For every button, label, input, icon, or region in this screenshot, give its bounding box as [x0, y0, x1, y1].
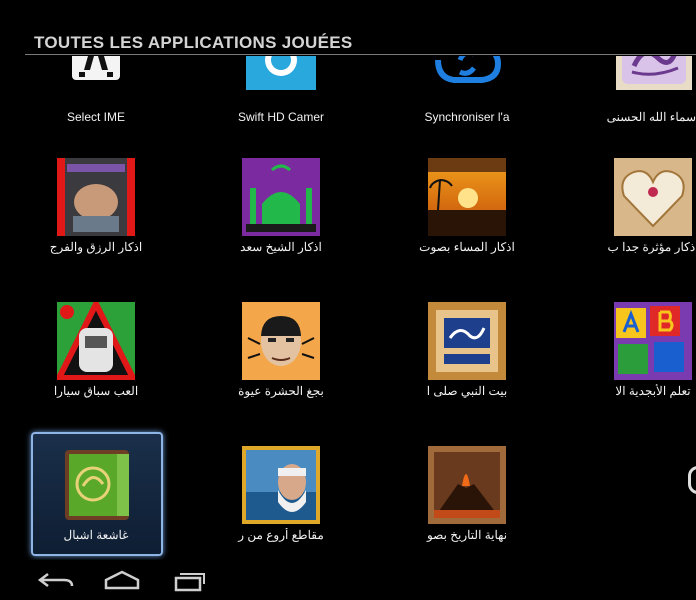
apps-grid: Select IME Swift HD Camer Synchroniser l… — [0, 0, 696, 560]
bug-face-icon — [242, 302, 320, 380]
header-divider — [25, 54, 696, 55]
app-label: Select IME — [66, 110, 126, 124]
volcano-icon — [428, 446, 506, 524]
header-bar: TOUTES LES APPLICATIONS JOUÉES — [0, 0, 696, 56]
alphabet-blocks-icon — [614, 302, 692, 380]
app-label: اذكار مؤثرة جدا ب — [607, 240, 696, 254]
app-label: Synchroniser l'a — [424, 110, 510, 124]
app-label: اذكار الرزق والفرج — [49, 240, 143, 254]
app-tile-adhkar-muathira[interactable]: اذكار مؤثرة جدا ب — [560, 158, 696, 278]
sunset-icon — [428, 158, 506, 236]
app-tile-khashia-ashbal[interactable]: غاشعة اشبال — [3, 446, 189, 560]
praying-hands-icon — [57, 158, 135, 236]
sheikh-portrait-icon — [242, 446, 320, 524]
home-icon[interactable] — [100, 566, 144, 594]
app-label: غاشعة اشبال — [63, 528, 129, 542]
app-tile-adhkar-masaa[interactable]: اذكار المساء بصوت — [374, 158, 560, 278]
app-label: بجغ الحشرة عيوة — [238, 384, 324, 398]
app-tile-bayt-nabi[interactable]: بيت النبي صلى ا — [374, 302, 560, 422]
app-label: نهاية التاريخ بصو — [426, 528, 508, 542]
app-label: تعلم الأبجدية الا — [615, 384, 691, 398]
app-tile-alphabet[interactable]: تعلم الأبجدية الا — [560, 302, 696, 422]
recent-apps-icon[interactable] — [166, 566, 210, 594]
app-tile-nihayat-tarikh[interactable]: نهاية التاريخ بصو — [374, 446, 560, 560]
navigation-bar — [0, 560, 696, 600]
edge-scroll-handle[interactable] — [688, 466, 696, 494]
app-tile-bug-game[interactable]: بجغ الحشرة عيوة — [188, 302, 374, 422]
app-label: العب سباق سيارا — [53, 384, 139, 398]
app-tile-adhkar-rizq[interactable]: اذكار الرزق والفرج — [3, 158, 189, 278]
app-label: بيت النبي صلى ا — [426, 384, 508, 398]
mosque-icon — [242, 158, 320, 236]
app-tile-adhkar-saad[interactable]: اذكار الشيخ سعد — [188, 158, 374, 278]
app-tile-maqati[interactable]: مقاطع أروع من ر — [188, 446, 374, 560]
app-label: اذكار الشيخ سعد — [240, 240, 322, 254]
back-icon[interactable] — [34, 566, 78, 594]
quran-book-icon — [57, 446, 135, 524]
app-label: مقاطع أروع من ر — [238, 528, 324, 542]
app-label: اذكار المساء بصوت — [419, 240, 515, 254]
race-car-icon — [57, 302, 135, 380]
app-label: Swift HD Camer — [237, 110, 324, 124]
page-title: TOUTES LES APPLICATIONS JOUÉES — [34, 33, 353, 52]
app-tile-car-race[interactable]: العب سباق سيارا — [3, 302, 189, 422]
heart-icon — [614, 158, 692, 236]
book-cover-icon — [428, 302, 506, 380]
app-label: أسماء الله الحسنى — [606, 110, 696, 124]
